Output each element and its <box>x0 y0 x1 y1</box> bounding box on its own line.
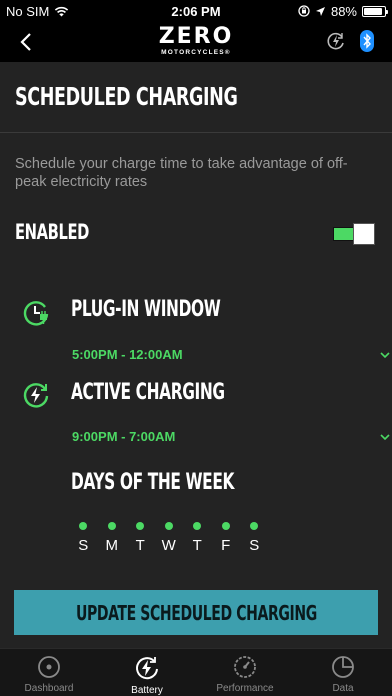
day-letter: S <box>249 537 260 554</box>
clock-plug-icon <box>23 301 49 326</box>
tab-label: Dashboard <box>24 683 74 694</box>
tab-data[interactable]: Data <box>294 649 392 696</box>
day-letter: T <box>135 537 145 554</box>
tab-label: Performance <box>216 683 274 694</box>
day-selected-dot <box>193 522 202 530</box>
day-letter: F <box>221 537 231 554</box>
speedometer-icon <box>234 656 256 678</box>
tab-performance[interactable]: Performance <box>196 649 294 696</box>
active-charging-title: ACTIVE CHARGING <box>71 380 225 405</box>
toggle-thumb <box>353 223 375 245</box>
day-selected-dot <box>79 522 88 530</box>
day-letter: S <box>78 537 89 554</box>
tab-label: Battery <box>131 685 163 696</box>
day-saturday[interactable]: S <box>240 522 269 554</box>
plug-in-window-title: PLUG-IN WINDOW <box>71 297 221 322</box>
battery-percent: 88% <box>330 3 357 19</box>
carrier-label: No SIM <box>6 3 50 19</box>
wifi-icon <box>55 6 69 16</box>
day-tuesday[interactable]: T <box>126 522 155 554</box>
enabled-toggle[interactable] <box>333 223 375 245</box>
chevron-down-icon[interactable] <box>380 351 390 359</box>
day-selected-dot <box>107 522 116 530</box>
battery-icon <box>362 5 388 17</box>
battery-level-fill <box>364 7 382 15</box>
enabled-label: ENABLED <box>15 220 90 244</box>
day-letter: T <box>192 537 202 554</box>
active-charging-value[interactable]: 9:00PM - 7:00AM <box>72 429 175 444</box>
tab-bar: Dashboard Battery Performance Data <box>0 648 392 696</box>
chevron-down-icon[interactable] <box>380 433 390 441</box>
battery-bolt-icon <box>136 657 158 680</box>
bluetooth-icon[interactable] <box>360 30 374 52</box>
day-sunday[interactable]: S <box>69 522 98 554</box>
day-selected-dot <box>250 522 259 530</box>
days-of-week-selector: S M T W T F S <box>69 522 269 554</box>
dashboard-icon <box>38 656 60 678</box>
charging-status-icon[interactable] <box>326 31 346 51</box>
day-selected-dot <box>164 522 173 530</box>
plug-in-window-value[interactable]: 5:00PM - 12:00AM <box>72 347 183 362</box>
day-wednesday[interactable]: W <box>155 522 184 554</box>
day-selected-dot <box>136 522 145 530</box>
day-letter: M <box>105 537 119 554</box>
day-thursday[interactable]: T <box>183 522 212 554</box>
day-friday[interactable]: F <box>212 522 241 554</box>
days-of-week-title: DAYS OF THE WEEK <box>71 470 235 495</box>
scheduled-charging-panel: SCHEDULED CHARGING Schedule your charge … <box>0 62 392 648</box>
tab-dashboard[interactable]: Dashboard <box>0 649 98 696</box>
day-letter: W <box>161 537 176 554</box>
tab-battery[interactable]: Battery <box>98 649 196 696</box>
page-title: SCHEDULED CHARGING <box>15 82 238 111</box>
clock-bolt-icon <box>23 383 49 408</box>
tab-label: Data <box>332 683 354 694</box>
pie-chart-icon <box>332 656 354 678</box>
location-arrow-icon <box>315 6 325 16</box>
divider <box>0 132 392 133</box>
orientation-lock-icon <box>298 5 310 17</box>
top-nav: ZERO MOTORCYCLES® <box>0 22 392 62</box>
day-selected-dot <box>221 522 230 530</box>
status-bar: No SIM 2:06 PM 88% <box>0 0 392 22</box>
description-text: Schedule your charge time to take advant… <box>15 156 348 190</box>
update-button-label: UPDATE SCHEDULED CHARGING <box>75 600 317 625</box>
day-monday[interactable]: M <box>98 522 127 554</box>
update-scheduled-charging-button[interactable]: UPDATE SCHEDULED CHARGING <box>14 590 378 635</box>
